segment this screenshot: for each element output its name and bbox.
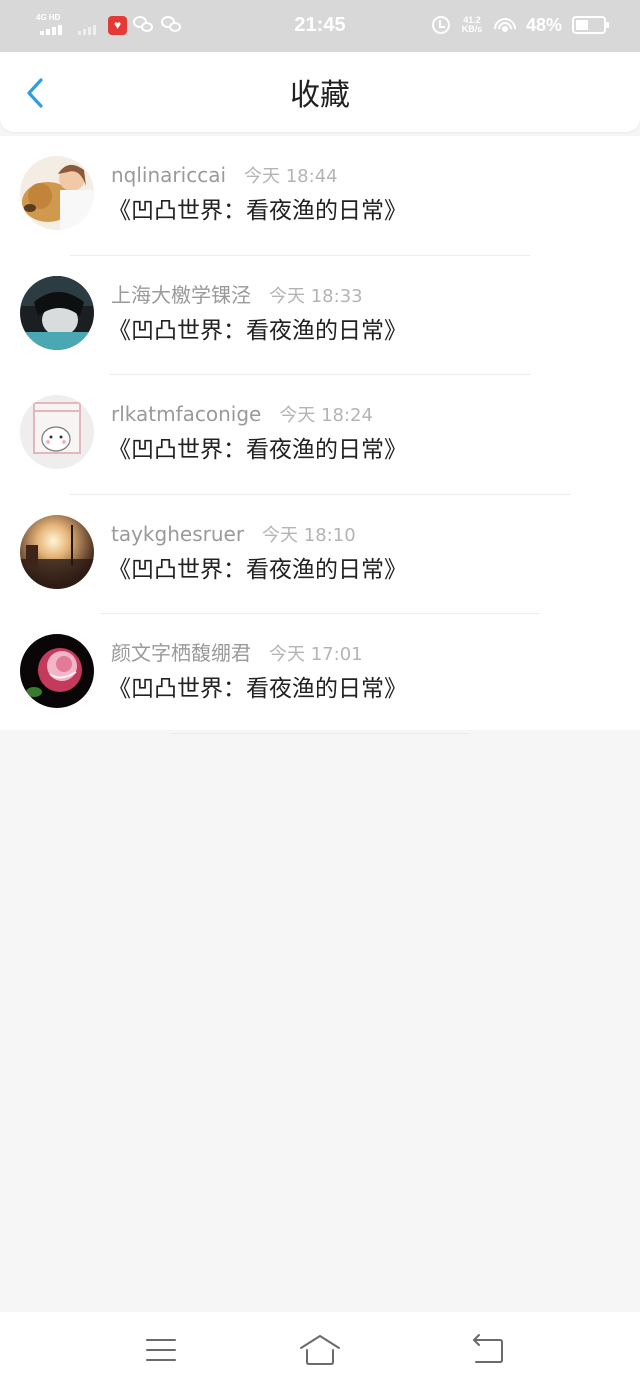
username: rlkatmfaconige xyxy=(111,402,262,426)
home-icon xyxy=(300,1335,340,1365)
timestamp: 今天 17:01 xyxy=(269,644,363,665)
status-right: 41.2 KB/s 48% xyxy=(431,12,609,38)
avatar[interactable] xyxy=(20,634,94,708)
home-button[interactable] xyxy=(298,1330,342,1370)
item-title[interactable]: 《凹凸世界：看夜渔的日常》 xyxy=(108,196,407,226)
avatar-dark-portrait-image xyxy=(20,275,94,350)
timestamp: 今天 18:44 xyxy=(244,166,338,187)
page-title: 收藏 xyxy=(290,78,350,113)
signal-icon: 4G HD xyxy=(36,13,66,37)
list-item[interactable]: rlkatmfaconige 今天 18:24 《凹凸世界：看夜渔的日常》 xyxy=(0,375,640,495)
item-head: taykghesruer 今天 18:10 xyxy=(111,521,356,549)
wechat-icon xyxy=(133,16,155,34)
battery-icon xyxy=(572,16,609,34)
username: nqlinariccai xyxy=(111,163,226,187)
item-head: nqlinariccai 今天 18:44 xyxy=(111,162,338,190)
username: 上海大檄学锞泾 xyxy=(111,282,251,307)
status-left: 4G HD ♥ xyxy=(36,12,183,38)
alarm-icon xyxy=(431,16,450,34)
item-head: 上海大檄学锞泾 今天 18:33 xyxy=(111,282,363,310)
avatar[interactable] xyxy=(20,514,94,589)
list-item[interactable]: nqlinariccai 今天 18:44 《凹凸世界：看夜渔的日常》 xyxy=(0,136,640,256)
timestamp: 今天 18:24 xyxy=(279,405,373,426)
avatar-cartoon-cat-image xyxy=(20,395,94,469)
back-icon xyxy=(473,1334,503,1363)
signal-2-icon xyxy=(78,15,96,35)
list-item[interactable]: taykghesruer 今天 18:10 《凹凸世界：看夜渔的日常》 xyxy=(0,495,640,614)
app-notification-icon: ♥ xyxy=(108,15,127,35)
avatar[interactable] xyxy=(20,275,94,350)
avatar-rose-image xyxy=(20,634,94,708)
username: taykghesruer xyxy=(111,521,245,546)
item-head: 颜文字栖馥绷君 今天 17:01 xyxy=(111,640,363,668)
battery-percent: 48% xyxy=(525,14,562,35)
net-speed-text: 41.2 KB/s xyxy=(461,15,483,34)
item-head: rlkatmfaconige 今天 18:24 xyxy=(111,401,373,429)
list-item[interactable]: 颜文字栖馥绷君 今天 17:01 《凹凸世界：看夜渔的日常》 xyxy=(0,614,640,734)
avatar[interactable] xyxy=(20,395,94,469)
battery-fill xyxy=(576,20,588,30)
avatar-dog-girl-image xyxy=(20,156,94,230)
timestamp: 今天 18:10 xyxy=(262,524,356,546)
wifi-icon xyxy=(493,16,516,34)
item-title[interactable]: 《凹凸世界：看夜渔的日常》 xyxy=(108,316,407,346)
system-nav-bar xyxy=(0,1312,640,1387)
net-speed: 41.2 KB/s xyxy=(460,16,484,34)
menu-button[interactable] xyxy=(139,1330,183,1370)
header: 收藏 xyxy=(0,52,640,132)
item-title[interactable]: 《凹凸世界：看夜渔的日常》 xyxy=(108,555,407,585)
list-item[interactable]: 上海大檄学锞泾 今天 18:33 《凹凸世界：看夜渔的日常》 xyxy=(0,256,640,375)
network-type: 4G HD xyxy=(36,13,61,22)
wechat-icon xyxy=(161,16,183,34)
back-nav-button[interactable] xyxy=(466,1330,510,1370)
username: 颜文字栖馥绷君 xyxy=(111,641,251,665)
status-bar: 4G HD ♥ 21:45 41.2 KB/s 48% xyxy=(0,0,640,52)
avatar[interactable] xyxy=(20,156,94,230)
item-title[interactable]: 《凹凸世界：看夜渔的日常》 xyxy=(108,435,407,465)
item-title[interactable]: 《凹凸世界：看夜渔的日常》 xyxy=(108,674,407,704)
avatar-sunset-street-image xyxy=(20,514,94,589)
menu-icon xyxy=(146,1339,176,1361)
favorites-list: nqlinariccai 今天 18:44 《凹凸世界：看夜渔的日常》 上海大檄… xyxy=(0,136,640,734)
divider xyxy=(170,732,470,734)
timestamp: 今天 18:33 xyxy=(269,285,363,307)
